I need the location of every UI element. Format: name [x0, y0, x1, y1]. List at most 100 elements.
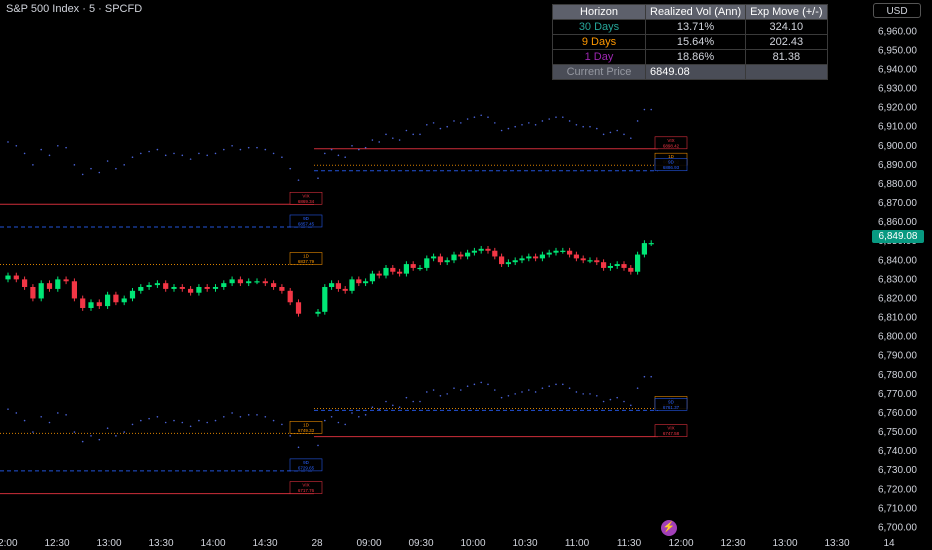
band-dot: [131, 423, 134, 426]
vol-cell: 15.64%: [644, 34, 747, 50]
band-dot: [15, 412, 18, 414]
band-dot: [555, 383, 557, 386]
table-row: 30 Days 13.71% 324.10: [552, 19, 828, 35]
candle-body: [196, 286, 202, 293]
candle-body: [30, 286, 36, 299]
candle-body: [254, 281, 260, 283]
band-dot: [480, 381, 483, 384]
level-tag-label: 1D: [303, 422, 310, 427]
y-tick-label: 6,870.00: [878, 198, 917, 209]
band-dot: [256, 414, 258, 416]
candle-body: [5, 275, 11, 280]
band-dot: [378, 141, 381, 143]
candle-body: [614, 264, 620, 267]
candle-body: [451, 254, 457, 261]
candle-body: [129, 290, 136, 299]
y-tick-label: 6,830.00: [878, 274, 917, 285]
vol-band-dots: [7, 108, 652, 449]
band-dot: [630, 137, 632, 139]
move-cell: 81.38: [745, 49, 828, 65]
candle-body: [519, 258, 525, 261]
level-tag-value: 6886.93: [663, 165, 680, 170]
candle-body: [46, 283, 53, 289]
candle-body: [322, 286, 328, 312]
currency-button[interactable]: USD: [873, 3, 921, 18]
candle-body: [492, 250, 498, 257]
band-dot: [392, 404, 394, 407]
candle-body: [237, 279, 243, 284]
level-tag-value: 6717.76: [298, 488, 315, 493]
band-dot: [473, 383, 476, 386]
candle-body: [121, 298, 127, 303]
x-tick-label: 13:30: [148, 538, 173, 549]
candles: [5, 240, 654, 317]
band-dot: [198, 419, 200, 422]
candle-body: [63, 279, 69, 282]
level-tag-label: VIX: [302, 483, 309, 488]
candle-body: [471, 250, 477, 253]
y-tick-label: 6,910.00: [878, 122, 917, 133]
band-dot: [466, 385, 469, 388]
band-dot: [582, 393, 584, 395]
band-dot: [272, 419, 275, 422]
price-chart[interactable]: 6,960.00 6,950.00 6,940.00 6,930.00 6,920.00…: [0, 0, 932, 550]
table-header: Realized Vol (Ann): [644, 4, 747, 20]
band-dot: [596, 127, 598, 130]
band-dot: [214, 419, 217, 422]
band-dot: [636, 387, 639, 389]
band-dot: [500, 129, 503, 132]
band-dot: [73, 164, 76, 166]
band-dot: [426, 391, 428, 393]
candle-body: [403, 264, 409, 274]
band-dot: [281, 156, 283, 159]
band-dot: [115, 167, 117, 170]
band-dot: [398, 139, 401, 141]
candle-body: [295, 302, 302, 314]
y-tick-label: 6,740.00: [878, 446, 917, 457]
band-dot: [412, 133, 415, 136]
candle-body: [587, 260, 593, 262]
lightning-icon[interactable]: ⚡: [661, 520, 677, 536]
band-dot: [344, 156, 347, 159]
candle-body: [279, 286, 285, 291]
band-dot: [494, 122, 496, 124]
band-dot: [364, 146, 367, 149]
candle-body: [171, 286, 177, 289]
candle-body: [546, 252, 552, 255]
band-dot: [181, 154, 184, 157]
band-dot: [371, 139, 374, 141]
candle-body: [363, 281, 369, 284]
band-dot: [623, 133, 625, 136]
horizon-cell: 1 Day: [552, 49, 646, 65]
candle-body: [212, 286, 219, 289]
band-dot: [173, 419, 175, 422]
band-dot: [630, 404, 632, 407]
band-dot: [650, 108, 652, 111]
band-dot: [419, 400, 421, 403]
band-dot: [405, 396, 408, 399]
candle-body: [444, 260, 450, 263]
band-dot: [636, 120, 639, 122]
candle-body: [369, 273, 375, 282]
candle-body: [601, 262, 607, 268]
vol-cell: 18.86%: [644, 49, 747, 65]
band-dot: [507, 394, 510, 397]
band-dot: [643, 375, 646, 378]
candle-body: [417, 267, 423, 270]
band-dot: [40, 148, 42, 151]
band-dot: [541, 120, 544, 122]
candle-body: [628, 267, 634, 272]
candle-body: [38, 283, 44, 299]
chart-title: S&P 500 Index · 5 · SPCFD: [6, 3, 143, 15]
band-dot: [7, 408, 9, 410]
band-dot: [460, 122, 462, 124]
band-dot: [32, 164, 34, 166]
candle-body: [390, 267, 396, 272]
band-dot: [521, 123, 523, 126]
band-dot: [289, 167, 292, 170]
band-dot: [405, 129, 408, 132]
band-dot: [189, 425, 192, 428]
candle-body: [80, 298, 86, 308]
band-dot: [500, 396, 503, 399]
candle-body: [553, 250, 559, 253]
